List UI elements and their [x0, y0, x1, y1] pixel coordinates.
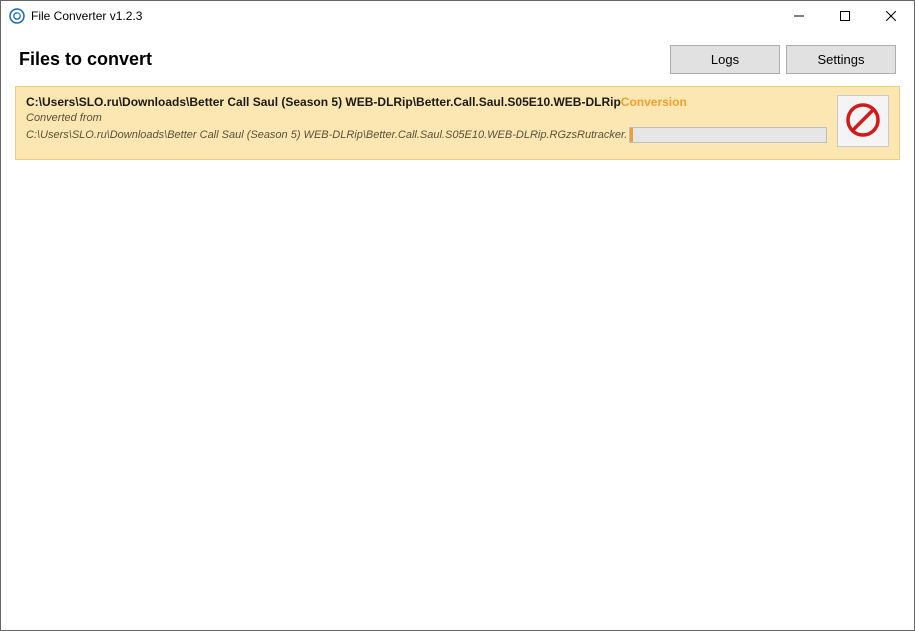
conversion-item: C:\Users\SLO.ru\Downloads\Better Call Sa…: [15, 86, 900, 160]
progress-fill: [630, 128, 633, 142]
logs-button[interactable]: Logs: [670, 45, 780, 74]
maximize-button[interactable]: [822, 1, 868, 31]
source-file-path: C:\Users\SLO.ru\Downloads\Better Call Sa…: [26, 129, 627, 141]
header: Files to convert Logs Settings: [1, 31, 914, 82]
converted-from-label: Converted from: [26, 112, 102, 124]
conversion-status: Conversion: [621, 95, 687, 109]
conversion-source-line: C:\Users\SLO.ru\Downloads\Better Call Sa…: [26, 127, 827, 143]
minimize-button[interactable]: [776, 1, 822, 31]
items-list: C:\Users\SLO.ru\Downloads\Better Call Sa…: [1, 82, 914, 630]
settings-button[interactable]: Settings: [786, 45, 896, 74]
conversion-top-line: C:\Users\SLO.ru\Downloads\Better Call Sa…: [26, 95, 827, 109]
page-title: Files to convert: [19, 49, 664, 70]
conversion-sub-line: Converted from: [26, 112, 827, 124]
window-title: File Converter v1.2.3: [31, 9, 776, 23]
conversion-progress-bar: [629, 127, 827, 143]
cancel-icon: [844, 101, 882, 142]
conversion-item-main: C:\Users\SLO.ru\Downloads\Better Call Sa…: [26, 95, 827, 147]
close-button[interactable]: [868, 1, 914, 31]
output-file-path: C:\Users\SLO.ru\Downloads\Better Call Sa…: [26, 95, 621, 109]
window-controls: [776, 1, 914, 31]
window-titlebar: File Converter v1.2.3: [1, 1, 914, 31]
cancel-conversion-button[interactable]: [837, 95, 889, 147]
app-icon: [9, 8, 25, 24]
